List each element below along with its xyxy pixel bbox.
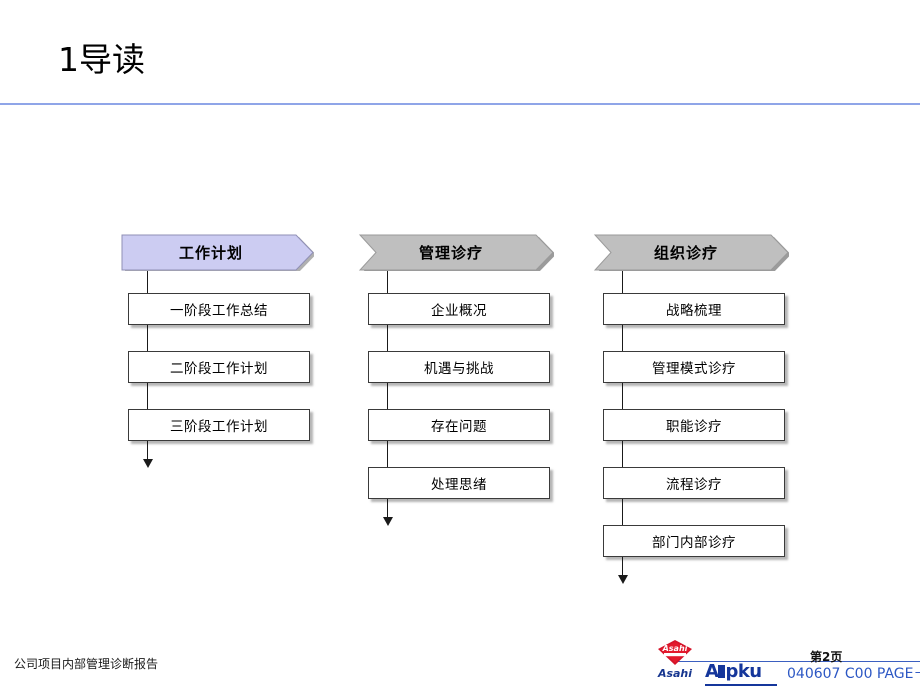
- allpku-logo-bar-icon: [718, 665, 726, 678]
- flow-node[interactable]: 一阶段工作总结: [128, 293, 310, 325]
- svg-text:Asahi: Asahi: [657, 667, 692, 680]
- flow-node-label: 三阶段工作计划: [170, 419, 268, 435]
- svg-text:Asahi: Asahi: [662, 644, 688, 653]
- connector-line: [387, 325, 388, 351]
- flow-column-header-3[interactable]: 组织诊疗: [593, 233, 789, 271]
- flow-node-label: 职能诊疗: [666, 419, 722, 435]
- connector-line: [147, 441, 148, 459]
- flow-node-label: 流程诊疗: [666, 477, 722, 493]
- arrow-down-icon: [618, 575, 628, 584]
- flow-node[interactable]: 存在问题: [368, 409, 550, 441]
- connector-line: [387, 271, 388, 293]
- slide-canvas: 1导读 工作计划 一阶段工作总结 二阶段工作计划 三阶段工作计划 管理诊疗 企业…: [0, 0, 920, 690]
- allpku-logo-left-text: A: [705, 661, 719, 682]
- flow-column-3: 组织诊疗 战略梳理 管理模式诊疗 职能诊疗 流程诊疗 部门内部诊疗: [593, 233, 789, 584]
- flow-node[interactable]: 部门内部诊疗: [603, 525, 785, 557]
- flow-column-header-label-1: 工作计划: [178, 243, 243, 262]
- footer-doc-code: 040607 C00 PAGE－2: [787, 666, 920, 682]
- flow-column-header-1[interactable]: 工作计划: [118, 233, 314, 271]
- flow-node[interactable]: 企业概况: [368, 293, 550, 325]
- footer-report-title: 公司项目内部管理诊断报告: [14, 657, 159, 671]
- connector-line: [147, 271, 148, 293]
- flow-node-label: 处理思绪: [431, 477, 487, 493]
- connector-line: [387, 441, 388, 467]
- connector-line: [147, 383, 148, 409]
- flow-node[interactable]: 三阶段工作计划: [128, 409, 310, 441]
- connector-line: [622, 557, 623, 575]
- flow-node[interactable]: 战略梳理: [603, 293, 785, 325]
- flow-column-header-label-3: 组织诊疗: [653, 243, 718, 262]
- flow-node-label: 企业概况: [431, 303, 487, 319]
- connector-line: [622, 325, 623, 351]
- connector-line: [622, 271, 623, 293]
- connector-line: [622, 441, 623, 467]
- page-title: 1导读: [58, 40, 145, 79]
- flow-node-label: 二阶段工作计划: [170, 361, 268, 377]
- flow-node-label: 战略梳理: [666, 303, 722, 319]
- flow-node[interactable]: 管理模式诊疗: [603, 351, 785, 383]
- allpku-logo: Apku: [705, 662, 777, 686]
- flow-column-header-label-2: 管理诊疗: [418, 243, 483, 262]
- flow-node-label: 部门内部诊疗: [652, 535, 736, 551]
- flow-column-1: 工作计划 一阶段工作总结 二阶段工作计划 三阶段工作计划: [118, 233, 314, 468]
- flow-node[interactable]: 流程诊疗: [603, 467, 785, 499]
- flow-column-header-2[interactable]: 管理诊疗: [358, 233, 554, 271]
- allpku-logo-right-text: pku: [725, 661, 762, 682]
- asahi-logo-icon: Asahi Asahi: [652, 637, 698, 683]
- connector-line: [147, 325, 148, 351]
- flow-node[interactable]: 二阶段工作计划: [128, 351, 310, 383]
- flow-node-label: 一阶段工作总结: [170, 303, 268, 319]
- flow-node-label: 存在问题: [431, 419, 487, 435]
- flow-node[interactable]: 机遇与挑战: [368, 351, 550, 383]
- arrow-down-icon: [143, 459, 153, 468]
- flow-column-2: 管理诊疗 企业概况 机遇与挑战 存在问题 处理思绪: [358, 233, 554, 526]
- connector-line: [622, 499, 623, 525]
- flow-node[interactable]: 处理思绪: [368, 467, 550, 499]
- connector-line: [622, 383, 623, 409]
- flow-node[interactable]: 职能诊疗: [603, 409, 785, 441]
- arrow-down-icon: [383, 517, 393, 526]
- connector-line: [387, 383, 388, 409]
- flow-node-label: 机遇与挑战: [424, 361, 494, 377]
- page-number-label: 第2页: [810, 650, 843, 664]
- flow-node-label: 管理模式诊疗: [652, 361, 736, 377]
- connector-line: [387, 499, 388, 517]
- title-divider: [0, 103, 920, 105]
